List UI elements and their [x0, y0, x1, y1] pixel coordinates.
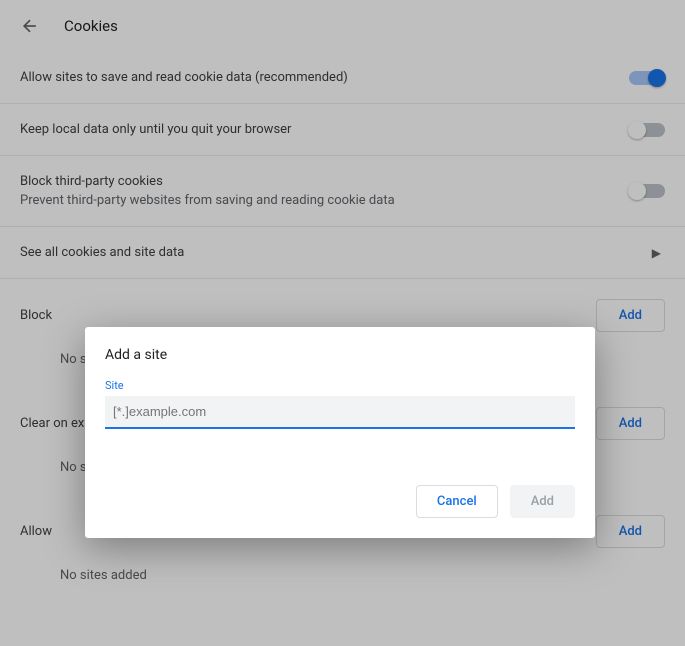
cancel-button[interactable]: Cancel [416, 485, 498, 518]
add-button[interactable]: Add [510, 485, 575, 518]
modal-overlay[interactable] [0, 0, 685, 646]
add-site-dialog: Add a site Site Cancel Add [85, 327, 595, 538]
site-field-label: Site [105, 379, 575, 392]
dialog-title: Add a site [105, 347, 575, 363]
dialog-actions: Cancel Add [105, 485, 575, 518]
site-input[interactable] [105, 396, 575, 429]
